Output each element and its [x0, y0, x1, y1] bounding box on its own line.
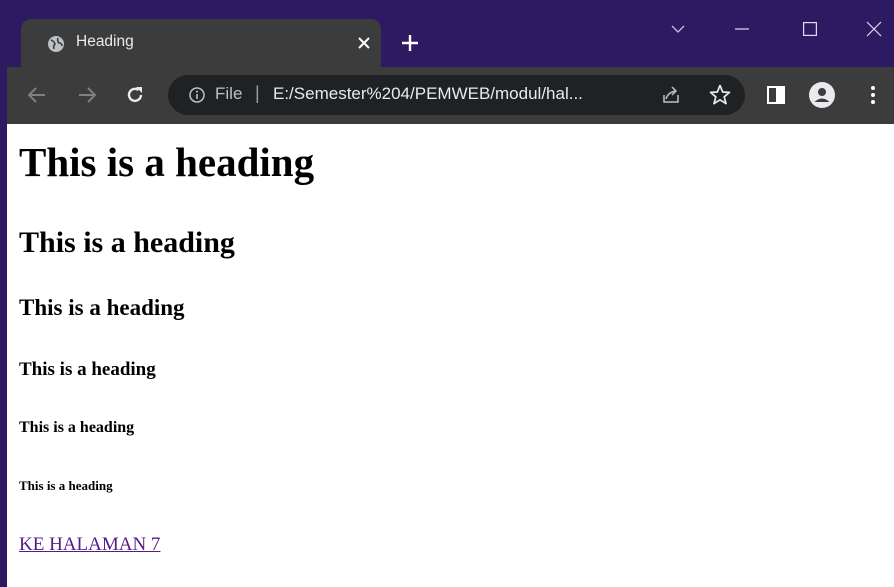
forward-button[interactable] [73, 81, 101, 109]
chevron-down-icon [671, 25, 685, 33]
side-panel-icon [767, 86, 785, 104]
close-icon [866, 21, 882, 37]
tab-title: Heading [76, 33, 134, 50]
page-content: This is a heading This is a heading This… [7, 124, 894, 587]
plus-icon [402, 35, 418, 51]
maximize-icon [803, 22, 817, 36]
close-icon [358, 37, 370, 49]
star-icon[interactable] [708, 83, 732, 107]
url-scheme-label: File [215, 84, 243, 103]
url-text[interactable]: E:/Semester%204/PEMWEB/modul/hal... [273, 84, 653, 104]
tab-strip: Heading [7, 0, 894, 67]
globe-icon [48, 36, 64, 52]
address-bar[interactable]: File | E:/Semester%204/PEMWEB/modul/hal.… [168, 75, 745, 115]
heading-5: This is a heading [19, 419, 135, 436]
arrow-right-icon [79, 87, 96, 103]
tab-heading[interactable]: Heading [21, 19, 381, 67]
arrow-left-icon [28, 87, 45, 103]
avatar-icon [809, 82, 835, 108]
reload-icon [127, 87, 143, 103]
minimize-button[interactable] [727, 14, 757, 44]
tab-close-button[interactable] [353, 32, 375, 54]
heading-1: This is a heading [19, 139, 315, 185]
info-icon[interactable] [189, 87, 205, 103]
more-vertical-icon [871, 86, 875, 104]
heading-4: This is a heading [19, 359, 156, 380]
browser-toolbar: File | E:/Semester%204/PEMWEB/modul/hal.… [7, 67, 894, 124]
close-window-button[interactable] [859, 14, 889, 44]
reload-button[interactable] [121, 81, 149, 109]
side-panel-button[interactable] [762, 81, 790, 109]
heading-2: This is a heading [19, 226, 235, 259]
heading-6: This is a heading [19, 478, 113, 493]
url-separator: | [255, 83, 260, 103]
back-button[interactable] [23, 81, 51, 109]
heading-3: This is a heading [19, 295, 185, 320]
share-icon[interactable] [660, 84, 682, 106]
minimize-icon [735, 28, 749, 30]
profile-button[interactable] [808, 81, 836, 109]
browser-menu-button[interactable] [859, 81, 887, 109]
ke-halaman-7-link[interactable]: KE HALAMAN 7 [19, 535, 160, 554]
maximize-button[interactable] [795, 14, 825, 44]
window-frame-left [0, 0, 7, 587]
new-tab-button[interactable] [399, 32, 421, 54]
tab-search-button[interactable] [663, 14, 693, 44]
